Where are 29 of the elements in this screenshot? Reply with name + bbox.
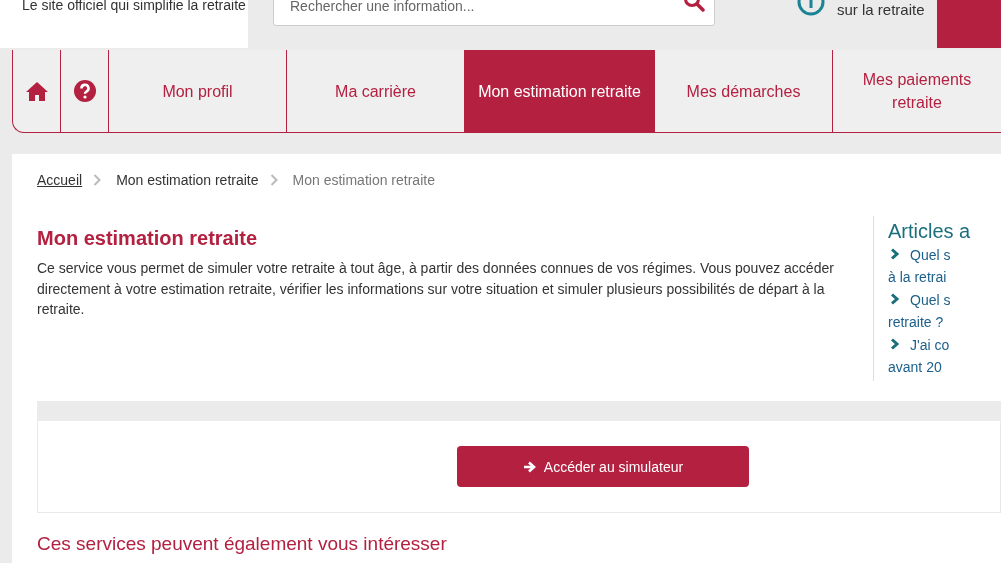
article-link[interactable]: retraite ? xyxy=(888,314,944,330)
section-heading: Ces services peuvent également vous intéresser xyxy=(37,533,448,555)
home-icon xyxy=(25,81,48,101)
nav-tab[interactable]: Mon profil xyxy=(109,50,287,132)
article-link[interactable]: avant 20 xyxy=(888,359,942,375)
info-link[interactable]: sur la retraite xyxy=(837,1,925,18)
chevron-icon xyxy=(93,174,102,186)
article-link[interactable]: J'ai co xyxy=(910,337,950,353)
breadcrumb-item: Mon estimation retraite xyxy=(292,172,435,188)
nav-tab[interactable]: Mes paiements retraite xyxy=(833,50,1001,132)
page-title: Mon estimation retraite xyxy=(37,226,259,250)
intro-text: Ce service vous permet de simuler votre retraite à tout âge, à partir des données connues de vos régimes. Vous pouvez accéder directement à votre estimation retraite, vérifier les informations sur votre situation et simuler plusieurs possibilités de départ à la retraite. xyxy=(37,259,835,319)
articles-heading: Articles a xyxy=(888,220,972,243)
nav-tab[interactable]: Mon estimation retraite xyxy=(465,50,655,132)
article-link[interactable]: à la retrai xyxy=(888,269,947,285)
search-field[interactable]: Rechercher une information... xyxy=(273,0,715,26)
article-link[interactable]: Quel s xyxy=(910,247,951,263)
site-tagline: Le site officiel qui simplifie la retraite xyxy=(0,0,248,48)
chevron-icon xyxy=(890,248,900,260)
nav-tab[interactable]: Mes démarches xyxy=(655,50,833,132)
chevron-icon xyxy=(269,174,278,186)
breadcrumb-link[interactable]: Accueil xyxy=(37,172,83,188)
chevron-icon xyxy=(890,293,900,305)
help-icon xyxy=(73,80,96,102)
breadcrumb-item: Mon estimation retraite xyxy=(116,172,259,188)
arrow-icon xyxy=(522,460,536,473)
simulator-button[interactable]: Accéder au simulateur xyxy=(457,446,749,487)
chevron-icon xyxy=(890,338,900,350)
article-link[interactable]: Quel s xyxy=(910,292,951,308)
